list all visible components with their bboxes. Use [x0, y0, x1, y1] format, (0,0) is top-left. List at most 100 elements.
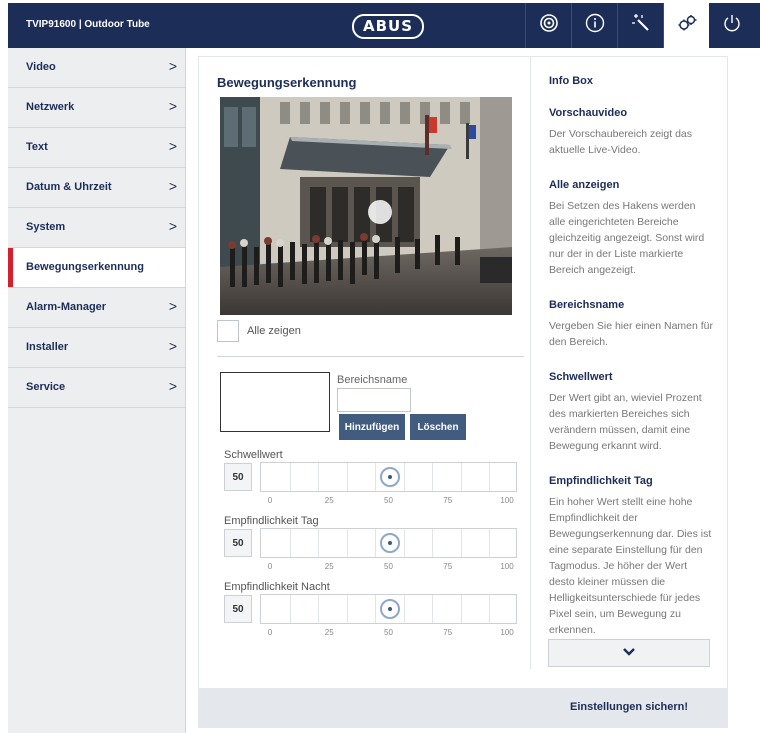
show-all-checkbox[interactable] [217, 320, 239, 342]
abus-logo: ABUS [352, 14, 424, 39]
main-panel: Bewegungserkennung Alle zeigen Bereichsn… [198, 56, 728, 690]
slider-tick [403, 529, 405, 557]
footer-bar: Einstellungen sichern! [198, 688, 728, 728]
slider-thumb[interactable] [379, 467, 400, 487]
sidebar-item-alarm-manager[interactable]: Alarm-Manager > [8, 288, 185, 328]
info-heading: Vorschauvideo [549, 107, 628, 119]
info-heading: Alle anzeigen [549, 179, 620, 191]
slider-tick [318, 529, 320, 557]
show-all-row: Alle zeigen [217, 320, 301, 342]
slider-tick [403, 595, 405, 623]
power-icon [721, 12, 743, 39]
sidebar-item-label: Netzwerk [26, 101, 75, 113]
sidebar-item-service[interactable]: Service > [8, 368, 185, 408]
slider-tick [289, 463, 291, 491]
page-title: Bewegungserkennung [217, 75, 357, 90]
slider-scale-label: 0 [267, 628, 273, 637]
slider-scale-label: 25 [324, 496, 334, 505]
slider-scale-label: 0 [267, 496, 273, 505]
area-list[interactable] [220, 372, 330, 432]
slider-scale-label: 100 [500, 628, 514, 637]
divider [217, 356, 524, 357]
slider-tick [403, 463, 405, 491]
sidebar-item-system[interactable]: System > [8, 208, 185, 248]
sidebar: Video > Netzwerk > Text > Datum & Uhrzeit > … [8, 48, 186, 733]
slider-track[interactable] [260, 594, 517, 624]
sidebar-item-label: Video [26, 61, 56, 73]
live-view-button[interactable] [525, 3, 571, 48]
slider-scale-label: 50 [384, 628, 393, 637]
settings-icon [676, 12, 698, 39]
slider-thumb[interactable] [379, 599, 400, 619]
slider-scale-label: 75 [443, 628, 453, 637]
wizard-button[interactable] [617, 3, 663, 48]
slider-scale-label: 25 [324, 628, 334, 637]
slider-tick [460, 529, 462, 557]
add-area-button[interactable]: Hinzufügen [339, 414, 405, 440]
slider-track[interactable] [260, 462, 517, 492]
sidebar-item-label: Alarm-Manager [26, 301, 107, 313]
slider-scale-label: 50 [384, 562, 393, 571]
info-icon [584, 12, 606, 39]
info-text: Vergeben Sie hier einen Namen für den Be… [549, 320, 714, 348]
slider-tick [346, 529, 348, 557]
logout-button[interactable] [709, 3, 755, 48]
save-settings-button[interactable]: Einstellungen sichern! [570, 701, 688, 713]
info-text: Der Wert gibt an, wieviel Prozent des ma… [549, 392, 702, 452]
camera-scene-image [220, 97, 512, 315]
slider-scale-label: 0 [267, 562, 273, 571]
sidebar-item-label: Text [26, 141, 48, 153]
slider-tick [460, 463, 462, 491]
slider-tick [318, 463, 320, 491]
slider-tick [489, 595, 491, 623]
chevron-right-icon: > [168, 138, 177, 154]
chevron-right-icon: > [168, 58, 177, 74]
area-name-input[interactable] [337, 388, 411, 412]
sidebar-item-bewegungserkennung[interactable]: Bewegungserkennung [8, 248, 185, 288]
slider-scale-label: 25 [324, 562, 334, 571]
slider-tick [460, 595, 462, 623]
info-button[interactable] [571, 3, 617, 48]
slider-tick [432, 463, 434, 491]
slider-tick [375, 463, 377, 491]
slider-scale-label: 100 [500, 496, 514, 505]
slider-scale-label: 75 [443, 562, 453, 571]
slider-track[interactable] [260, 528, 517, 558]
chevron-right-icon: > [168, 178, 177, 194]
slider-scale-label: 100 [500, 562, 514, 571]
slider-value: 50 [224, 595, 252, 623]
slider-tick [346, 595, 348, 623]
slider-thumb[interactable] [379, 533, 400, 553]
slider-tick [318, 595, 320, 623]
chevron-right-icon: > [168, 378, 177, 394]
settings-button[interactable] [663, 3, 709, 48]
area-name-label: Bereichsname [337, 374, 408, 386]
info-text: Der Vorschaubereich zeigt das aktuelle L… [549, 128, 692, 156]
sidebar-item-label: Datum & Uhrzeit [26, 181, 112, 193]
slider-scale-label: 50 [384, 496, 393, 505]
top-bar: TVIP91600 | Outdoor Tube ABUS [8, 3, 760, 48]
slider-label: Schwellwert [224, 449, 283, 461]
info-heading: Empfindlichkeit Tag [549, 475, 653, 487]
slider-value: 50 [224, 463, 252, 491]
sidebar-item-text[interactable]: Text > [8, 128, 185, 168]
sidebar-item-netzwerk[interactable]: Netzwerk > [8, 88, 185, 128]
sidebar-item-video[interactable]: Video > [8, 48, 185, 88]
live-preview-video[interactable] [220, 97, 512, 315]
info-heading: Bereichsname [549, 299, 625, 311]
delete-area-button[interactable]: Löschen [410, 414, 466, 440]
slider-scale-label: 75 [443, 496, 453, 505]
sidebar-item-datum-uhrzeit[interactable]: Datum & Uhrzeit > [8, 168, 185, 208]
slider-tick [289, 529, 291, 557]
slider-tick [432, 529, 434, 557]
sidebar-item-installer[interactable]: Installer > [8, 328, 185, 368]
sidebar-item-label: Bewegungserkennung [26, 261, 144, 273]
slider-tick [432, 595, 434, 623]
slider-tick [489, 529, 491, 557]
info-box-title: Info Box [549, 75, 593, 87]
magic-wand-icon [630, 12, 652, 39]
chevron-right-icon: > [168, 218, 177, 234]
live-view-icon [538, 12, 560, 39]
chevron-right-icon: > [168, 98, 177, 114]
info-scroll-down-button[interactable] [548, 639, 710, 667]
